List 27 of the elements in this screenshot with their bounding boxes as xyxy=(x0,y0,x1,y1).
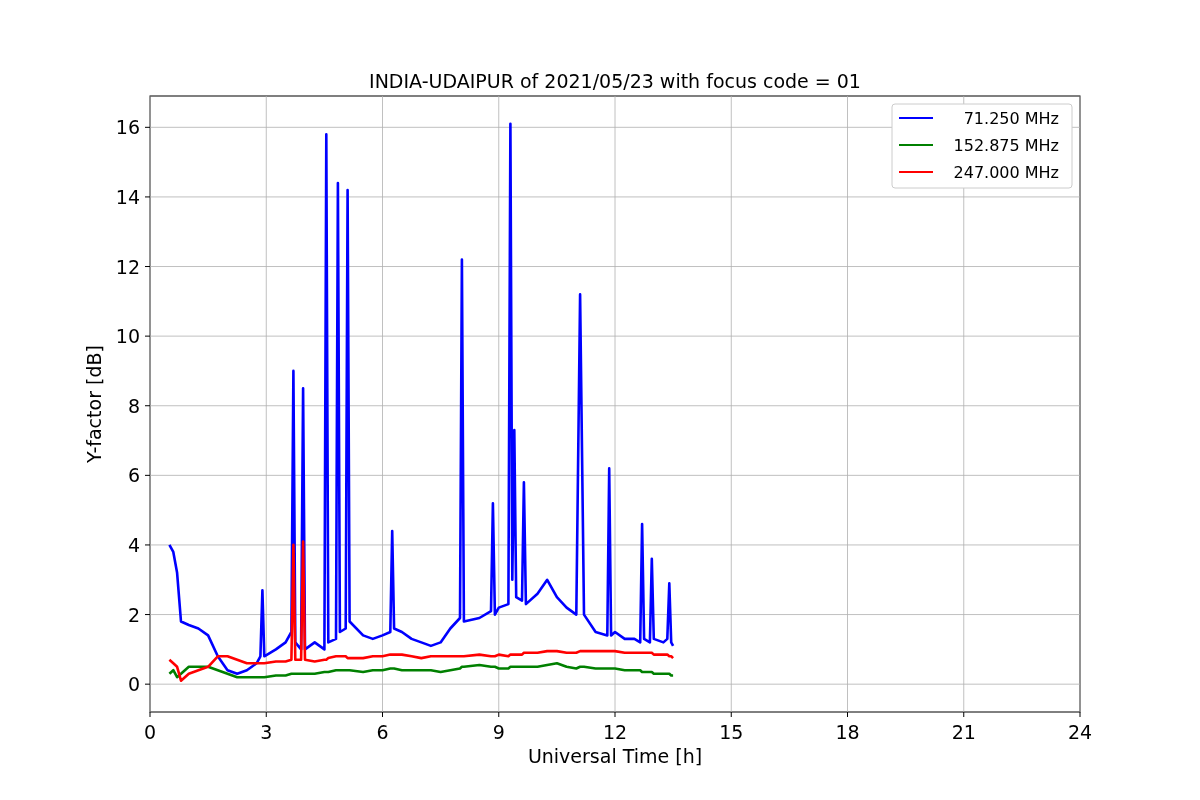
tick-label: 0 xyxy=(143,721,157,743)
tick-label: 24 xyxy=(1067,721,1093,743)
tick-label: 6 xyxy=(376,721,389,743)
legend-label: 247.000 MHz xyxy=(953,163,1059,182)
tick-label: 4 xyxy=(127,533,140,556)
chart-title: INDIA-UDAIPUR of 2021/05/23 with focus code = 01 xyxy=(369,70,861,92)
tick-label: 14 xyxy=(115,185,140,208)
tick-label: 10 xyxy=(115,325,140,348)
tick-label: 0 xyxy=(127,673,140,696)
tick-label: 9 xyxy=(492,721,505,743)
tick-label: 8 xyxy=(127,394,140,417)
legend-label: 71.250 MHz xyxy=(963,109,1059,128)
legend-swatch xyxy=(899,143,933,147)
tick-label: 21 xyxy=(951,721,976,743)
tick-label: 16 xyxy=(115,116,140,139)
tick-label: 18 xyxy=(835,721,860,743)
tick-label: 15 xyxy=(719,721,744,743)
tick-label: 6 xyxy=(127,464,140,487)
legend-swatch xyxy=(899,170,933,174)
legend-swatch xyxy=(899,116,933,120)
tick-label: 12 xyxy=(602,721,628,743)
y-axis-label: Y-factor [dB] xyxy=(83,345,105,463)
legend-label: 152.875 MHz xyxy=(953,136,1059,155)
tick-label: 3 xyxy=(260,721,273,743)
tick-label: 2 xyxy=(127,603,140,626)
x-axis-label: Universal Time [h] xyxy=(527,745,703,767)
tick-label: 12 xyxy=(115,255,140,278)
